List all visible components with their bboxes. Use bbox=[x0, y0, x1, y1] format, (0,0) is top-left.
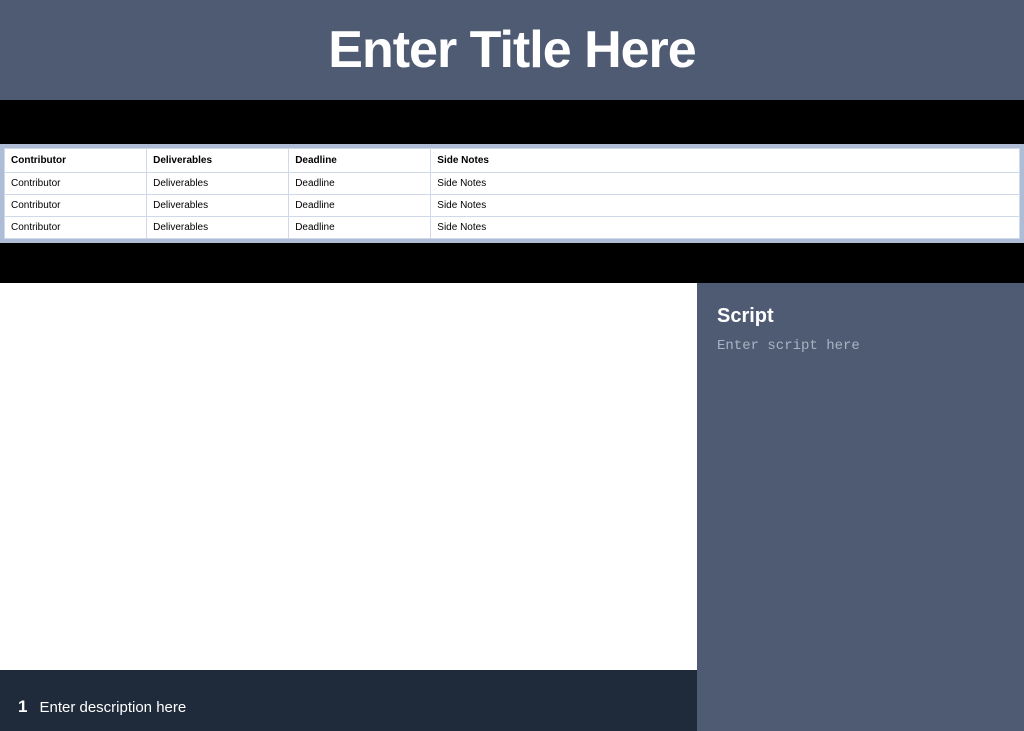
cell-deliverables[interactable]: Deliverables bbox=[147, 217, 289, 239]
storyboard-canvas[interactable] bbox=[0, 283, 697, 670]
page-title[interactable]: Enter Title Here bbox=[328, 20, 695, 80]
description-bar: 1 Enter description here bbox=[0, 670, 697, 731]
cell-side-notes[interactable]: Side Notes bbox=[431, 173, 1020, 195]
frame-number: 1 bbox=[18, 697, 27, 717]
cell-side-notes[interactable]: Side Notes bbox=[431, 217, 1020, 239]
cell-contributor[interactable]: Contributor bbox=[5, 217, 147, 239]
cell-deliverables[interactable]: Deliverables bbox=[147, 173, 289, 195]
table-row[interactable]: Contributor Deliverables Deadline Side N… bbox=[5, 217, 1020, 239]
script-body[interactable]: Enter script here bbox=[717, 338, 1004, 354]
spacer bbox=[0, 243, 1024, 283]
script-heading: Script bbox=[717, 305, 1004, 328]
spacer bbox=[0, 100, 1024, 144]
cell-contributor[interactable]: Contributor bbox=[5, 173, 147, 195]
contributors-table: Contributor Deliverables Deadline Side N… bbox=[4, 148, 1020, 239]
contributors-table-wrap: Contributor Deliverables Deadline Side N… bbox=[0, 144, 1024, 243]
page-root: Enter Title Here Contributor Deliverable… bbox=[0, 0, 1024, 731]
script-panel: Script Enter script here bbox=[697, 283, 1024, 731]
lower-section: 1 Enter description here Script Enter sc… bbox=[0, 283, 1024, 731]
table-header-row: Contributor Deliverables Deadline Side N… bbox=[5, 149, 1020, 173]
col-deliverables: Deliverables bbox=[147, 149, 289, 173]
table-row[interactable]: Contributor Deliverables Deadline Side N… bbox=[5, 195, 1020, 217]
cell-deadline[interactable]: Deadline bbox=[289, 217, 431, 239]
storyboard-column: 1 Enter description here bbox=[0, 283, 697, 731]
col-contributor: Contributor bbox=[5, 149, 147, 173]
cell-contributor[interactable]: Contributor bbox=[5, 195, 147, 217]
col-side-notes: Side Notes bbox=[431, 149, 1020, 173]
cell-deadline[interactable]: Deadline bbox=[289, 195, 431, 217]
frame-description[interactable]: Enter description here bbox=[39, 699, 186, 716]
title-band: Enter Title Here bbox=[0, 0, 1024, 100]
cell-deadline[interactable]: Deadline bbox=[289, 173, 431, 195]
cell-deliverables[interactable]: Deliverables bbox=[147, 195, 289, 217]
col-deadline: Deadline bbox=[289, 149, 431, 173]
cell-side-notes[interactable]: Side Notes bbox=[431, 195, 1020, 217]
table-row[interactable]: Contributor Deliverables Deadline Side N… bbox=[5, 173, 1020, 195]
